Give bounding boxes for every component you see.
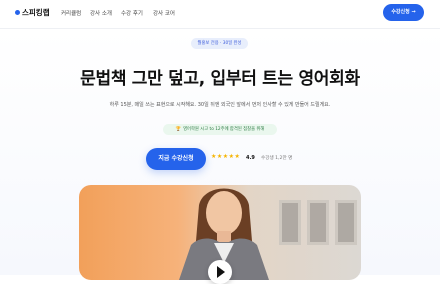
play-button[interactable]: [208, 260, 232, 284]
play-icon: [217, 266, 225, 278]
nav-item-curriculum[interactable]: 커리큘럼: [61, 9, 81, 17]
top-nav-bar: 스피킹랩 커리큘럼 강사 소개 수강 후기 강사 코어 수강신청 →: [0, 0, 440, 29]
rating-stars-icon: ★★★★★: [211, 153, 241, 160]
hero-headline: 문법책 그만 덮고, 입부터 트는 영어회화: [80, 69, 360, 89]
review-count: 수강생 1,2만 명: [261, 156, 293, 161]
hero-subtext: 하루 15분, 매일 쓰는 표현으로 시작해요. 30일 뒤엔 외국인 앞에서 …: [109, 102, 331, 108]
enroll-now-button[interactable]: 지금 수강신청: [146, 148, 206, 170]
rating-value: 4.9: [246, 155, 255, 161]
header-enroll-button[interactable]: 수강신청 →: [383, 4, 424, 21]
logo-text[interactable]: 스피킹랩: [22, 7, 50, 18]
trophy-icon: 🏆: [175, 127, 182, 132]
nav-item-instructor-core[interactable]: 강사 코어: [153, 9, 175, 17]
logo-icon: [15, 10, 20, 15]
achievement-badge: 🏆 영어학원 시고 to 12주에 합격된 점찰을 위해: [163, 124, 277, 135]
promo-pill: 월홍보 전용 · 30일 완성: [191, 38, 248, 49]
nav-item-instructors[interactable]: 강사 소개: [90, 9, 112, 17]
badge-text: 영어학원 시고 to 12주에 합격된 점찰을 위해: [183, 127, 265, 132]
nav-item-reviews[interactable]: 수강 후기: [121, 9, 143, 17]
